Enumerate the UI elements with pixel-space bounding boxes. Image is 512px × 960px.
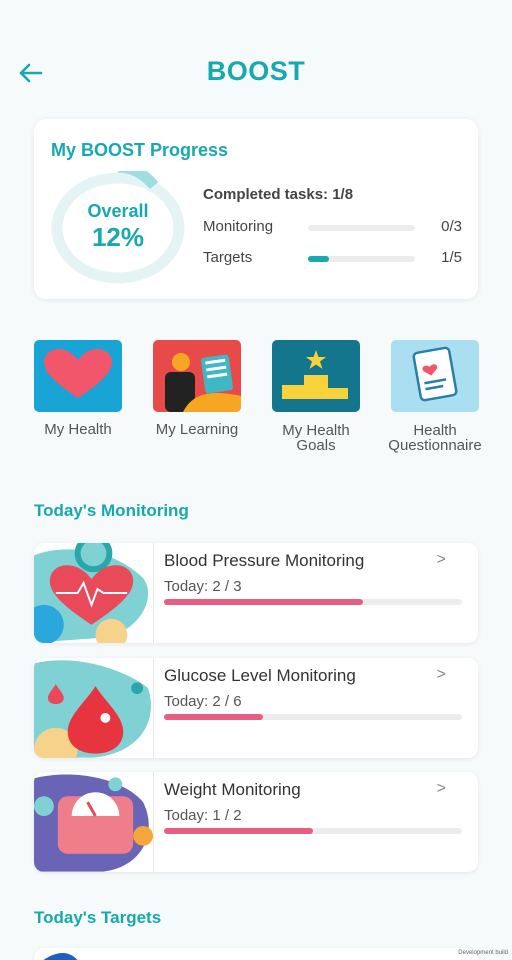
monitoring-item-progress-fill: [164, 599, 363, 605]
tile-label-my-health: My Health: [28, 422, 128, 437]
tile-my-health[interactable]: [34, 340, 122, 412]
tile-label-line: Goals: [296, 437, 336, 454]
tile-health-questionnaire[interactable]: [391, 340, 479, 412]
boost-progress-card: My BOOST Progress Overall 12% Completed …: [34, 119, 478, 299]
chevron-right-icon: >: [436, 666, 446, 683]
monitoring-item-progress-bar: [164, 599, 462, 605]
targets-section-title: Today's Targets: [34, 908, 162, 927]
progress-card-title: My BOOST Progress: [51, 140, 229, 160]
scale-icon: [34, 772, 154, 872]
target-card[interactable]: [34, 948, 478, 960]
tile-label-line: My Health: [44, 421, 112, 438]
monitoring-title: Blood Pressure Monitoring: [164, 551, 365, 570]
targets-stat-label: Targets: [203, 249, 253, 266]
blood-drop-icon: [34, 658, 154, 758]
targets-progress-fill: [308, 256, 330, 262]
targets-stat-row: Targets 1/5: [203, 249, 465, 269]
monitoring-stat-value: 0/3: [441, 218, 462, 235]
page-title: BOOST: [206, 56, 306, 86]
monitoring-today: Today: 2 / 3: [164, 578, 242, 595]
chevron-right-icon: >: [436, 551, 446, 568]
overall-value: 12%: [91, 222, 145, 252]
tile-label-line: Health: [413, 422, 457, 439]
podium-icon: [282, 350, 348, 399]
monitoring-today: Today: 1 / 2: [164, 807, 242, 824]
heart-pulse-icon: [34, 543, 154, 643]
tile-my-health-goals[interactable]: [272, 340, 360, 412]
tile-label-my-health-goals: My Health Goals: [262, 423, 370, 453]
monitoring-stat-label: Monitoring: [203, 218, 274, 235]
monitoring-item-progress-fill: [164, 714, 264, 720]
monitoring-title: Glucose Level Monitoring: [164, 666, 356, 685]
targets-progress-bar: [308, 256, 415, 262]
monitoring-stat-row: Monitoring 0/3: [203, 218, 465, 238]
tile-label-my-learning: My Learning: [142, 422, 252, 437]
monitoring-progress-bar: [308, 225, 415, 231]
tile-label-line: My Health: [282, 422, 350, 439]
monitoring-section-title: Today's Monitoring: [34, 501, 189, 520]
tile-label-health-questionnaire: Health Questionnaire: [373, 423, 497, 453]
learning-icon: [165, 353, 241, 412]
monitoring-title: Weight Monitoring: [164, 780, 301, 799]
target-card-image: [43, 953, 78, 960]
tile-label-line: Questionnaire: [388, 437, 482, 454]
dev-build-badge: Development build: [458, 950, 508, 956]
overall-label: Overall: [87, 201, 149, 221]
heart-icon: [44, 349, 112, 398]
questionnaire-icon: [412, 346, 458, 402]
monitoring-item-progress-bar: [164, 828, 462, 834]
tile-label-line: My Learning: [155, 421, 239, 438]
completed-tasks-text: Completed tasks: 1/8: [203, 186, 354, 203]
app-header: BOOST: [0, 0, 512, 110]
chevron-right-icon: >: [436, 780, 446, 797]
monitoring-today: Today: 2 / 6: [164, 693, 242, 710]
monitoring-item-progress-fill: [164, 828, 313, 834]
glucose-level-card[interactable]: Glucose Level Monitoring > Today: 2 / 6: [34, 658, 478, 758]
monitoring-item-progress-bar: [164, 714, 462, 720]
weight-card[interactable]: Weight Monitoring > Today: 1 / 2: [34, 772, 478, 872]
blood-pressure-card[interactable]: Blood Pressure Monitoring > Today: 2 / 3: [34, 543, 478, 643]
tile-my-learning[interactable]: [153, 340, 241, 412]
targets-stat-value: 1/5: [441, 249, 462, 266]
